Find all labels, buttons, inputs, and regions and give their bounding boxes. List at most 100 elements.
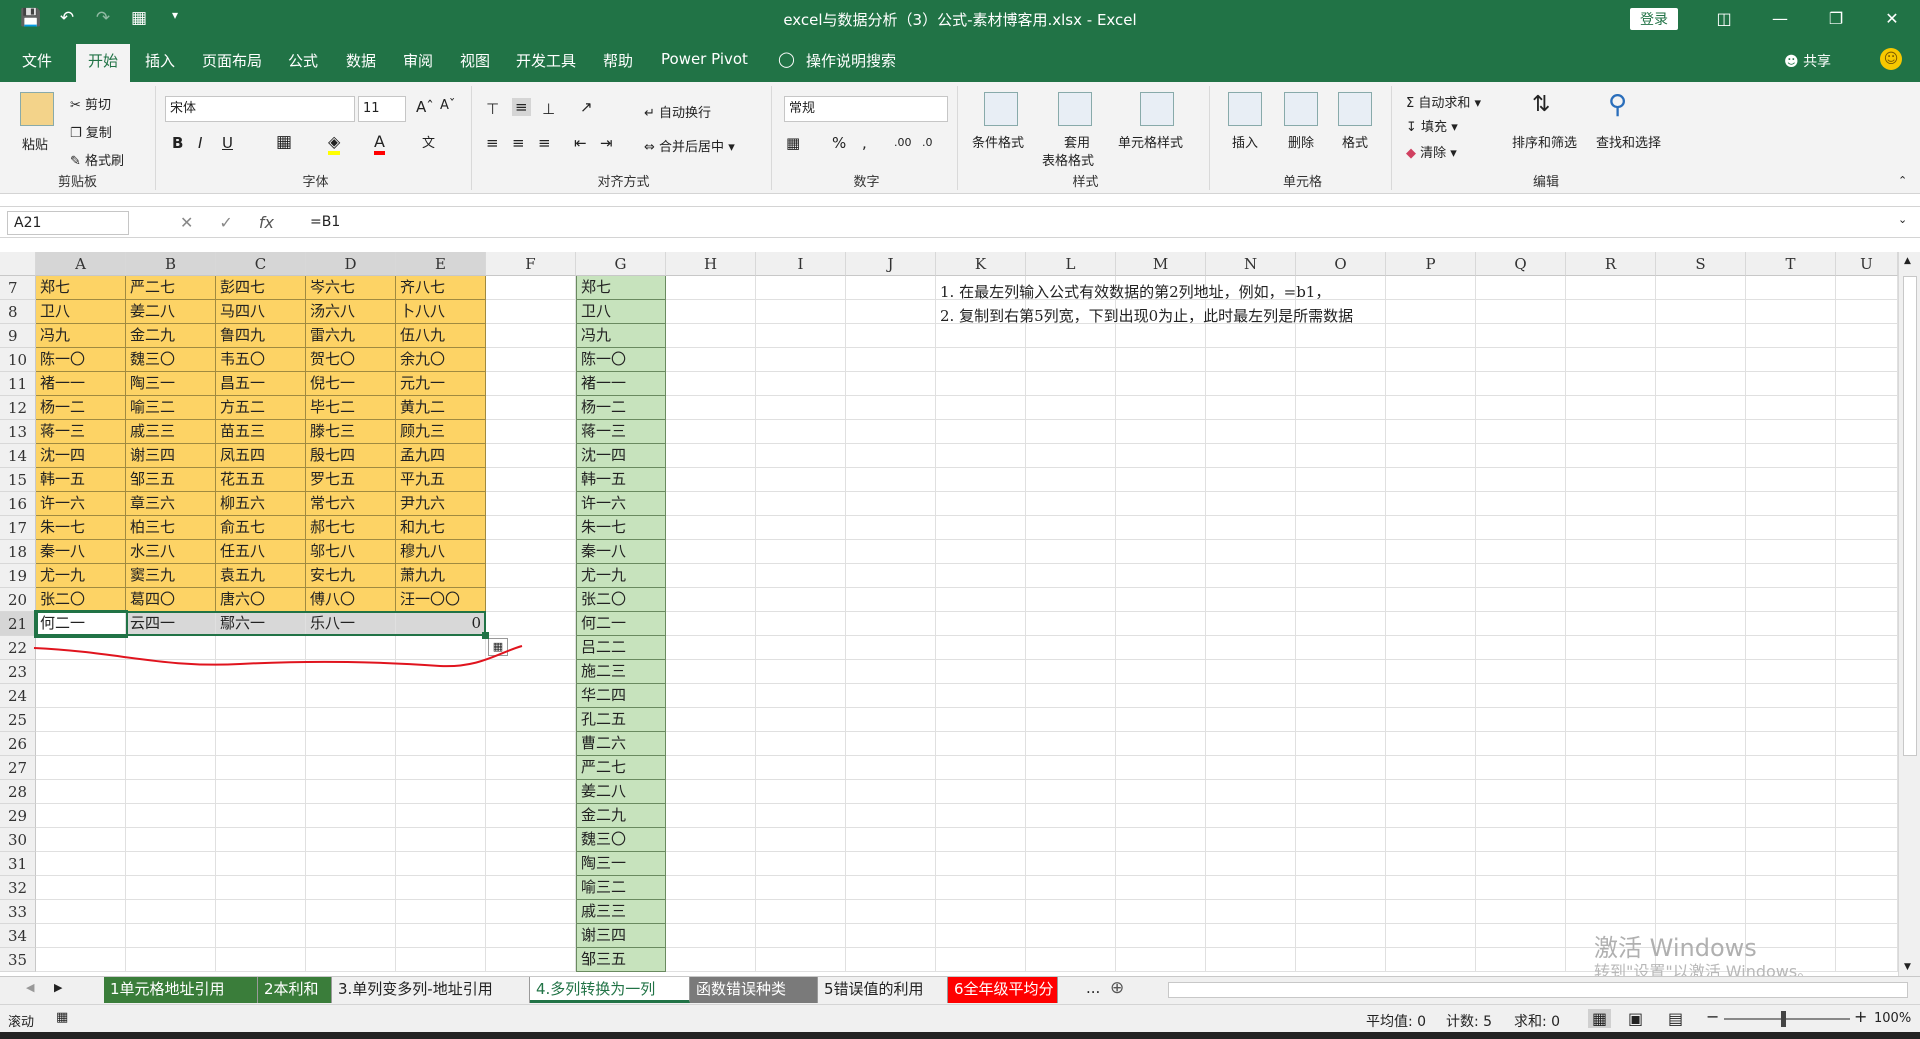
cell-B32[interactable]	[126, 876, 216, 900]
cell-Q9[interactable]	[1476, 324, 1566, 348]
row-header-24[interactable]: 24	[0, 684, 36, 708]
fill-button[interactable]: ↧ 填充 ▾	[1406, 116, 1458, 135]
cell-J19[interactable]	[846, 564, 936, 588]
row-header-31[interactable]: 31	[0, 852, 36, 876]
cell-A23[interactable]	[36, 660, 126, 684]
cell-E12[interactable]: 黄九二	[396, 396, 486, 420]
align-top-icon[interactable]: ⊤	[486, 100, 499, 118]
cell-G26[interactable]: 曹二六	[576, 732, 666, 756]
cell-R32[interactable]	[1566, 876, 1656, 900]
cell-G30[interactable]: 魏三〇	[576, 828, 666, 852]
cell-J29[interactable]	[846, 804, 936, 828]
cell-M30[interactable]	[1116, 828, 1206, 852]
cell-Q18[interactable]	[1476, 540, 1566, 564]
cell-A16[interactable]: 许一六	[36, 492, 126, 516]
font-color-icon[interactable]: A	[374, 132, 385, 155]
cell-F23[interactable]	[486, 660, 576, 684]
cell-C26[interactable]	[216, 732, 306, 756]
cell-F17[interactable]	[486, 516, 576, 540]
cell-O10[interactable]	[1296, 348, 1386, 372]
cell-N25[interactable]	[1206, 708, 1296, 732]
align-left-icon[interactable]: ≡	[486, 134, 499, 152]
column-header-Q[interactable]: Q	[1476, 252, 1566, 276]
cell-C34[interactable]	[216, 924, 306, 948]
cell-G10[interactable]: 陈一〇	[576, 348, 666, 372]
sheet-tab-3[interactable]: 3.单列变多列-地址引用	[332, 977, 530, 1003]
format-table-line1[interactable]: 套用	[1064, 132, 1090, 151]
cell-O25[interactable]	[1296, 708, 1386, 732]
cell-H7[interactable]	[666, 276, 756, 300]
cell-G32[interactable]: 喻三二	[576, 876, 666, 900]
cell-L31[interactable]	[1026, 852, 1116, 876]
cell-K33[interactable]	[936, 900, 1026, 924]
normal-view-icon[interactable]: ▦	[1588, 1009, 1612, 1028]
cell-T10[interactable]	[1746, 348, 1836, 372]
cell-U7[interactable]	[1836, 276, 1898, 300]
cell-I19[interactable]	[756, 564, 846, 588]
cell-T22[interactable]	[1746, 636, 1836, 660]
cell-P20[interactable]	[1386, 588, 1476, 612]
underline-button[interactable]: U	[222, 134, 233, 152]
cell-K27[interactable]	[936, 756, 1026, 780]
column-header-H[interactable]: H	[666, 252, 756, 276]
cell-N15[interactable]	[1206, 468, 1296, 492]
decrease-indent-icon[interactable]: ⇤	[574, 134, 587, 152]
cell-H14[interactable]	[666, 444, 756, 468]
cell-O9[interactable]	[1296, 324, 1386, 348]
cell-F12[interactable]	[486, 396, 576, 420]
cell-P14[interactable]	[1386, 444, 1476, 468]
cell-S32[interactable]	[1656, 876, 1746, 900]
cell-Q15[interactable]	[1476, 468, 1566, 492]
cell-F32[interactable]	[486, 876, 576, 900]
cell-I23[interactable]	[756, 660, 846, 684]
cell-J28[interactable]	[846, 780, 936, 804]
cell-U20[interactable]	[1836, 588, 1898, 612]
cell-Q33[interactable]	[1476, 900, 1566, 924]
column-header-F[interactable]: F	[486, 252, 576, 276]
cell-H32[interactable]	[666, 876, 756, 900]
cell-A7[interactable]: 郑七	[36, 276, 126, 300]
cell-E23[interactable]	[396, 660, 486, 684]
row-header-9[interactable]: 9	[0, 324, 36, 348]
cell-C20[interactable]: 唐六〇	[216, 588, 306, 612]
cell-U23[interactable]	[1836, 660, 1898, 684]
cell-M34[interactable]	[1116, 924, 1206, 948]
cell-F33[interactable]	[486, 900, 576, 924]
cell-Q23[interactable]	[1476, 660, 1566, 684]
paste-icon[interactable]	[20, 92, 54, 126]
cell-D15[interactable]: 罗七五	[306, 468, 396, 492]
cell-R31[interactable]	[1566, 852, 1656, 876]
smiley-feedback-icon[interactable]: ☺	[1880, 48, 1902, 70]
cell-I34[interactable]	[756, 924, 846, 948]
cell-M27[interactable]	[1116, 756, 1206, 780]
cell-C22[interactable]	[216, 636, 306, 660]
cell-K28[interactable]	[936, 780, 1026, 804]
cell-K22[interactable]	[936, 636, 1026, 660]
cell-G35[interactable]: 邹三五	[576, 948, 666, 972]
cell-T34[interactable]	[1746, 924, 1836, 948]
cell-H25[interactable]	[666, 708, 756, 732]
cell-G9[interactable]: 冯九	[576, 324, 666, 348]
cell-B31[interactable]	[126, 852, 216, 876]
cell-K20[interactable]	[936, 588, 1026, 612]
cell-A10[interactable]: 陈一〇	[36, 348, 126, 372]
cell-R30[interactable]	[1566, 828, 1656, 852]
tab-power-pivot[interactable]: Power Pivot	[661, 50, 748, 68]
increase-decimal-icon[interactable]: .00	[894, 136, 912, 149]
page-layout-view-icon[interactable]: ▣	[1628, 1009, 1643, 1028]
cell-J24[interactable]	[846, 684, 936, 708]
cell-P23[interactable]	[1386, 660, 1476, 684]
cell-Q19[interactable]	[1476, 564, 1566, 588]
orientation-icon[interactable]: ↗	[580, 98, 593, 116]
cell-Q7[interactable]	[1476, 276, 1566, 300]
column-header-N[interactable]: N	[1206, 252, 1296, 276]
cell-E11[interactable]: 元九一	[396, 372, 486, 396]
format-table-icon[interactable]	[1058, 92, 1092, 126]
cell-F28[interactable]	[486, 780, 576, 804]
cell-J32[interactable]	[846, 876, 936, 900]
cell-B13[interactable]: 戚三三	[126, 420, 216, 444]
cell-Q8[interactable]	[1476, 300, 1566, 324]
zoom-in-icon[interactable]: +	[1854, 1007, 1867, 1026]
cell-E24[interactable]	[396, 684, 486, 708]
row-header-16[interactable]: 16	[0, 492, 36, 516]
